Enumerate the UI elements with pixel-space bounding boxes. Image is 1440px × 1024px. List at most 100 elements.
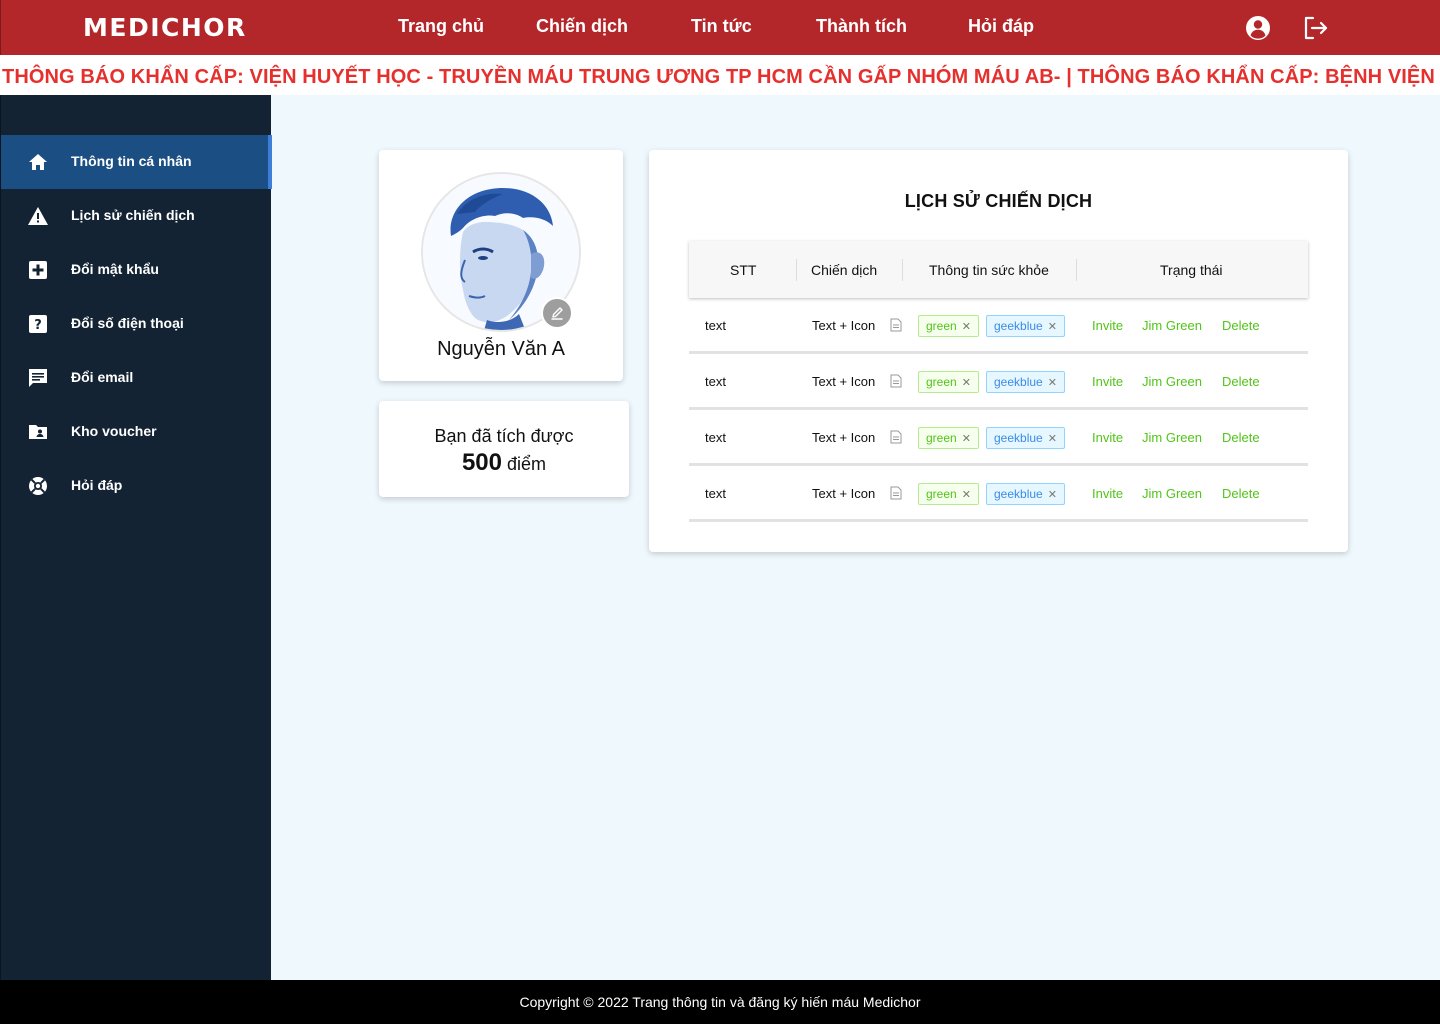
sidebar-item-change-email[interactable]: Đổi email — [1, 351, 272, 405]
health-tag-geekblue: geekblue ✕ — [986, 371, 1065, 393]
edit-avatar-button[interactable] — [541, 297, 573, 329]
lifebuoy-icon — [27, 475, 49, 497]
column-divider — [796, 259, 797, 281]
message-icon — [27, 367, 49, 389]
invite-link[interactable]: Invite — [1092, 430, 1123, 445]
health-tag-geekblue: geekblue ✕ — [986, 483, 1065, 505]
points-card: Bạn đã tích được 500 điểm — [379, 401, 629, 497]
table-header: STT Chiến dịch Thông tin sức khỏe Trạng … — [689, 241, 1308, 298]
plus-box-icon — [27, 259, 49, 281]
sidebar-item-faq[interactable]: Hỏi đáp — [1, 459, 272, 513]
points-value: 500 — [461, 449, 502, 476]
sidebar-item-label: Lịch sử chiến dịch — [71, 207, 195, 223]
close-icon[interactable]: ✕ — [962, 321, 971, 333]
footer: Copyright © 2022 Trang thông tin và đăng… — [0, 980, 1440, 1024]
marquee-text: THÔNG BÁO KHẨN CẤP: VIỆN HUYẾT HỌC - TRU… — [2, 66, 1435, 88]
delete-link[interactable]: Delete — [1222, 486, 1260, 501]
health-tag-green: green ✕ — [918, 315, 979, 337]
pencil-icon — [551, 307, 563, 320]
cell-stt: text — [705, 318, 726, 333]
cell-campaign: Text + Icon — [812, 430, 876, 445]
top-navbar: MEDICHOR Trang chủ Chiến dịch Tin tức Th… — [0, 0, 1440, 55]
column-header-health[interactable]: Thông tin sức khỏe — [929, 262, 1049, 278]
cell-stt: text — [705, 486, 726, 501]
tag-label: green — [926, 487, 957, 501]
cell-stt: text — [705, 430, 726, 445]
campaign-history-card: LỊCH SỬ CHIẾN DỊCH STT Chiến dịch Thông … — [649, 150, 1348, 552]
user-link[interactable]: Jim Green — [1142, 430, 1202, 445]
sidebar-item-profile[interactable]: Thông tin cá nhân — [1, 135, 272, 189]
table-row: text Text + Icon green ✕ geekblue ✕ Invite Jim … — [689, 298, 1308, 354]
delete-link[interactable]: Delete — [1222, 318, 1260, 333]
health-tag-green: green ✕ — [918, 483, 979, 505]
invite-link[interactable]: Invite — [1092, 486, 1123, 501]
user-circle-icon[interactable] — [1244, 14, 1272, 42]
table-row: text Text + Icon green ✕ geekblue ✕ Invite Jim … — [689, 354, 1308, 410]
tag-label: green — [926, 319, 957, 333]
tag-label: geekblue — [994, 431, 1043, 445]
column-divider — [1076, 259, 1077, 281]
profile-name: Nguyễn Văn A — [437, 338, 565, 360]
sidebar-item-change-phone[interactable]: ? Đổi số điện thoại — [1, 297, 272, 351]
sidebar-item-voucher[interactable]: Kho voucher — [1, 405, 272, 459]
warning-icon — [27, 205, 49, 227]
document-icon — [890, 486, 902, 500]
document-icon — [890, 430, 902, 444]
svg-text:?: ? — [34, 318, 42, 333]
tag-label: green — [926, 375, 957, 389]
delete-link[interactable]: Delete — [1222, 430, 1260, 445]
nav-home[interactable]: Trang chủ — [398, 16, 484, 37]
user-link[interactable]: Jim Green — [1142, 374, 1202, 389]
document-icon — [890, 374, 902, 388]
invite-link[interactable]: Invite — [1092, 374, 1123, 389]
cell-stt: text — [705, 374, 726, 389]
health-tag-geekblue: geekblue ✕ — [986, 427, 1065, 449]
tag-label: geekblue — [994, 319, 1043, 333]
column-header-stt[interactable]: STT — [730, 262, 756, 278]
sidebar-item-label: Hỏi đáp — [71, 477, 123, 493]
delete-link[interactable]: Delete — [1222, 374, 1260, 389]
column-header-campaign[interactable]: Chiến dịch — [811, 262, 877, 278]
column-header-status[interactable]: Trạng thái — [1160, 262, 1223, 278]
history-title: LỊCH SỬ CHIẾN DỊCH — [904, 191, 1093, 211]
logout-icon[interactable] — [1302, 14, 1330, 42]
health-tag-green: green ✕ — [918, 427, 979, 449]
nav-news[interactable]: Tin tức — [691, 16, 752, 37]
tag-label: geekblue — [994, 375, 1043, 389]
close-icon[interactable]: ✕ — [1048, 321, 1057, 333]
points-value-line: 500 điểm — [379, 449, 629, 477]
nav-campaigns[interactable]: Chiến dịch — [536, 16, 628, 37]
sidebar-item-label: Đổi số điện thoại — [71, 315, 184, 331]
points-unit: điểm — [507, 454, 547, 474]
invite-link[interactable]: Invite — [1092, 318, 1123, 333]
profile-card: Nguyễn Văn A — [379, 150, 623, 381]
close-icon[interactable]: ✕ — [962, 377, 971, 389]
close-icon[interactable]: ✕ — [1048, 377, 1057, 389]
brand-logo[interactable]: MEDICHOR — [83, 13, 247, 42]
close-icon[interactable]: ✕ — [962, 433, 971, 445]
cell-campaign: Text + Icon — [812, 374, 876, 389]
close-icon[interactable]: ✕ — [1048, 489, 1057, 501]
sidebar-item-campaign-history[interactable]: Lịch sử chiến dịch — [1, 189, 272, 243]
sidebar-item-change-password[interactable]: Đổi mật khẩu — [1, 243, 272, 297]
user-link[interactable]: Jim Green — [1142, 486, 1202, 501]
footer-copyright: Copyright © 2022 Trang thông tin và đăng… — [519, 994, 921, 1010]
tag-label: geekblue — [994, 487, 1043, 501]
user-link[interactable]: Jim Green — [1142, 318, 1202, 333]
document-icon — [890, 318, 902, 332]
cell-campaign: Text + Icon — [812, 318, 876, 333]
emergency-marquee: THÔNG BÁO KHẨN CẤP: VIỆN HUYẾT HỌC - TRU… — [0, 55, 1440, 95]
nav-achievements[interactable]: Thành tích — [816, 16, 907, 37]
table-row: text Text + Icon green ✕ geekblue ✕ Invite Jim … — [689, 466, 1308, 522]
sidebar: Thông tin cá nhân Lịch sử chiến dịch Đổi… — [0, 95, 272, 980]
sidebar-item-label: Thông tin cá nhân — [71, 153, 192, 169]
table-row: text Text + Icon green ✕ geekblue ✕ Invite Jim … — [689, 410, 1308, 466]
sidebar-item-label: Đổi mật khẩu — [71, 261, 159, 277]
sidebar-item-label: Đổi email — [71, 369, 134, 385]
close-icon[interactable]: ✕ — [962, 489, 971, 501]
nav-faq[interactable]: Hỏi đáp — [968, 16, 1034, 37]
tag-label: green — [926, 431, 957, 445]
close-icon[interactable]: ✕ — [1048, 433, 1057, 445]
points-label: Bạn đã tích được — [434, 426, 574, 446]
health-tag-green: green ✕ — [918, 371, 979, 393]
